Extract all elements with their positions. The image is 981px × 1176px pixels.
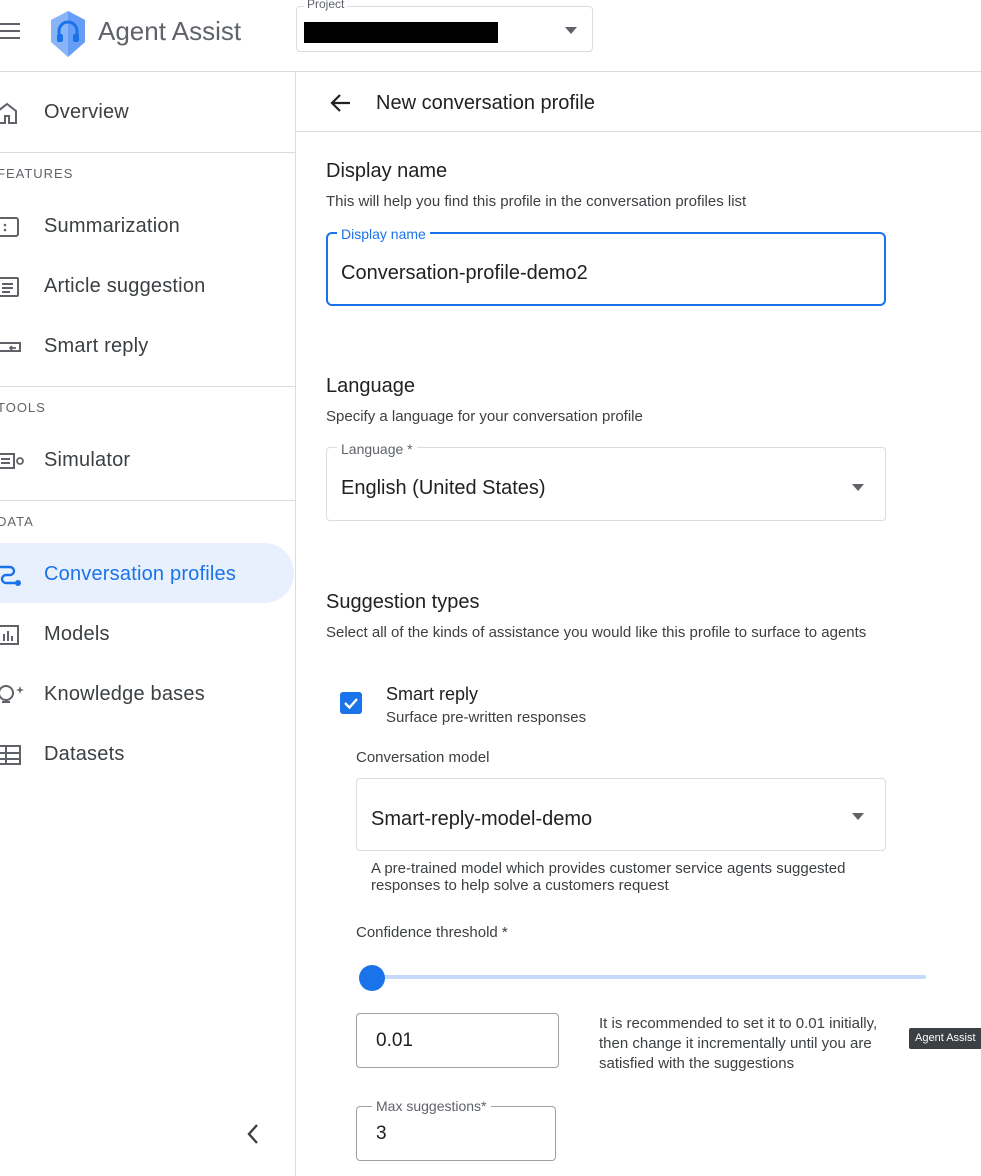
summarization-icon xyxy=(0,215,22,239)
smart-reply-checkbox[interactable] xyxy=(340,692,362,714)
home-icon xyxy=(0,101,22,125)
knowledge-bases-icon xyxy=(0,683,26,707)
confidence-threshold-value[interactable]: 0.01 xyxy=(376,1030,413,1052)
project-name-redacted xyxy=(304,22,498,43)
app-title: Agent Assist xyxy=(98,16,242,46)
sidebar-separator xyxy=(0,386,295,387)
display-name-input-value[interactable]: Conversation-profile-demo2 xyxy=(341,262,588,285)
sidebar-separator xyxy=(0,500,295,501)
suggestion-types-heading: Suggestion types xyxy=(326,591,480,613)
confidence-threshold-caption: Confidence threshold * xyxy=(356,924,508,941)
section-features: FEATURES xyxy=(0,166,74,181)
sidebar-item-smart-reply[interactable]: Smart reply xyxy=(44,335,148,358)
display-name-description: This will help you find this profile in … xyxy=(326,193,747,210)
sidebar-item-models[interactable]: Models xyxy=(44,623,110,646)
confidence-threshold-hint: It is recommended to set it to 0.01 init… xyxy=(599,1015,878,1072)
models-icon xyxy=(0,623,22,647)
display-name-field-label: Display name xyxy=(337,226,430,242)
sidebar-item-simulator[interactable]: Simulator xyxy=(44,449,130,472)
smart-reply-title: Smart reply xyxy=(386,684,479,704)
sidebar-divider xyxy=(295,72,296,1176)
conversation-profiles-icon xyxy=(0,563,24,587)
caret-down-icon[interactable] xyxy=(565,27,577,35)
simulator-icon xyxy=(0,449,26,473)
max-suggestions-label: Max suggestions* xyxy=(372,1098,491,1114)
language-field-label: Language * xyxy=(337,441,417,457)
max-suggestions-value[interactable]: 3 xyxy=(376,1123,387,1145)
article-icon xyxy=(0,275,22,299)
language-heading: Language xyxy=(326,375,415,397)
smart-reply-icon xyxy=(0,335,24,359)
suggestion-types-description: Select all of the kinds of assistance yo… xyxy=(326,624,867,641)
sidebar-item-conversation-profiles[interactable]: Conversation profiles xyxy=(44,563,236,586)
conversation-model-hint: A pre-trained model which provides custo… xyxy=(371,860,846,894)
sidebar-item-datasets[interactable]: Datasets xyxy=(44,743,125,766)
tooltip: Agent Assist xyxy=(909,1028,981,1049)
sidebar-item-knowledge-bases[interactable]: Knowledge bases xyxy=(44,683,205,706)
menu-icon[interactable] xyxy=(0,20,22,42)
main-divider xyxy=(296,131,981,132)
caret-down-icon[interactable] xyxy=(852,484,864,492)
sidebar-item-overview[interactable]: Overview xyxy=(44,101,129,124)
checkmark-icon xyxy=(344,698,358,710)
header-divider xyxy=(0,71,981,72)
language-selected-value[interactable]: English (United States) xyxy=(341,477,546,500)
smart-reply-subtitle: Surface pre-written responses xyxy=(386,709,587,726)
sidebar-item-article-suggestion[interactable]: Article suggestion xyxy=(44,275,205,298)
project-label: Project xyxy=(304,0,348,11)
display-name-heading: Display name xyxy=(326,160,448,182)
back-arrow-icon[interactable] xyxy=(329,91,353,115)
sidebar-separator xyxy=(0,152,295,153)
page-title: New conversation profile xyxy=(376,92,595,114)
conversation-model-value[interactable]: Smart-reply-model-demo xyxy=(371,808,592,831)
section-tools: TOOLS xyxy=(0,400,46,415)
conversation-model-caption: Conversation model xyxy=(356,749,490,766)
chevron-left-icon[interactable] xyxy=(243,1122,263,1146)
agent-assist-logo-icon xyxy=(48,9,88,59)
sidebar-item-summarization[interactable]: Summarization xyxy=(44,215,180,238)
datasets-icon xyxy=(0,743,22,767)
language-description: Specify a language for your conversation… xyxy=(326,408,643,425)
confidence-threshold-slider-thumb[interactable] xyxy=(358,965,385,991)
confidence-threshold-slider-track[interactable] xyxy=(366,975,926,979)
caret-down-icon[interactable] xyxy=(852,813,864,821)
section-data: DATA xyxy=(0,514,34,529)
